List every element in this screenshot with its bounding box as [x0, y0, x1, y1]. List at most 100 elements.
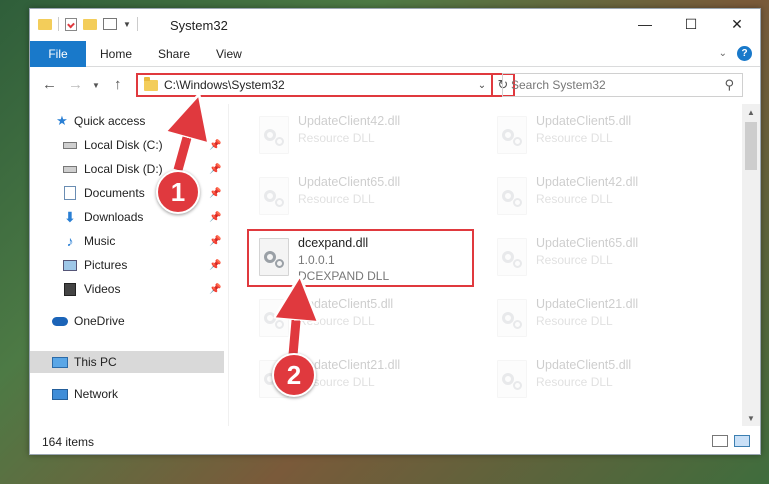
- step-1-badge: 1: [156, 170, 200, 214]
- toolbar-divider: [58, 17, 59, 31]
- address-bar[interactable]: C:\Windows\System32 ⌄: [136, 73, 493, 97]
- sidebar-item-network[interactable]: Network: [30, 383, 224, 405]
- search-icon[interactable]: ⚲: [724, 77, 734, 93]
- chevron-down-icon[interactable]: ⌄: [473, 80, 491, 91]
- folder-icon: [144, 76, 158, 91]
- details-view-icon[interactable]: [712, 435, 728, 447]
- dll-file-icon: [259, 238, 289, 276]
- pin-icon[interactable]: 📌: [209, 188, 221, 199]
- tab-home[interactable]: Home: [100, 47, 132, 61]
- recent-chevron-icon[interactable]: ▼: [92, 81, 100, 90]
- chevron-down-icon[interactable]: ▼: [123, 20, 131, 29]
- navigation-bar: ← → ▼ ↑ C:\Windows\System32 ⌄ ↻ Search S…: [30, 68, 760, 104]
- file-item[interactable]: UpdateClient5.dll Resource DLL: [489, 110, 719, 168]
- sidebar-item-downloads[interactable]: ⬇ Downloads 📌: [30, 206, 224, 228]
- sidebar-item-label: Pictures: [84, 258, 128, 272]
- pin-icon[interactable]: 📌: [209, 140, 221, 151]
- sidebar-item-local-disk-d[interactable]: Local Disk (D:) 📌: [30, 158, 224, 180]
- star-icon: ★: [56, 113, 68, 128]
- view-switcher: [712, 435, 750, 447]
- properties-icon[interactable]: [65, 17, 77, 31]
- file-type: DCEXPAND DLL: [298, 269, 390, 283]
- minimize-button[interactable]: —: [622, 9, 668, 39]
- network-icon: [52, 387, 68, 401]
- sidebar-item-label: Quick access: [74, 114, 146, 128]
- sidebar-item-label: Local Disk (D:): [84, 162, 163, 176]
- file-item-dcexpand[interactable]: dcexpand.dll 1.0.0.1 DCEXPAND DLL: [251, 232, 481, 290]
- quick-access-toolbar: ▼: [38, 17, 138, 31]
- customize-toolbar-icon[interactable]: [103, 18, 117, 30]
- sidebar-item-label: Downloads: [84, 210, 144, 224]
- navigation-pane: ★ Quick access Local Disk (C:) 📌 Local D…: [30, 104, 228, 426]
- sidebar-item-videos[interactable]: Videos 📌: [30, 278, 224, 300]
- pin-icon[interactable]: 📌: [209, 236, 221, 247]
- folder-icon[interactable]: [38, 18, 52, 30]
- tab-share[interactable]: Share: [158, 47, 190, 61]
- file-item[interactable]: UpdateClient65.dll Resource DLL: [489, 232, 719, 290]
- file-item[interactable]: UpdateClient5.dll Resource DLL: [251, 293, 481, 351]
- ribbon-tabs: File Home Share View ⌄ ?: [30, 41, 760, 67]
- file-type: Resource DLL: [298, 314, 375, 328]
- documents-icon: [62, 186, 78, 200]
- cloud-icon: [52, 314, 68, 328]
- file-type: Resource DLL: [536, 375, 613, 389]
- file-item[interactable]: UpdateClient65.dll Resource DLL: [251, 171, 481, 229]
- sidebar-item-music[interactable]: ♪ Music 📌: [30, 230, 224, 252]
- pin-icon[interactable]: 📌: [209, 212, 221, 223]
- scroll-up-icon[interactable]: ▲: [742, 104, 760, 120]
- new-folder-icon[interactable]: [83, 18, 97, 30]
- scroll-down-icon[interactable]: ▼: [742, 410, 760, 426]
- vertical-scrollbar[interactable]: ▲ ▼: [742, 104, 760, 426]
- maximize-button[interactable]: ☐: [668, 9, 714, 39]
- pin-icon[interactable]: 📌: [209, 284, 221, 295]
- search-input[interactable]: Search System32 ⚲: [502, 73, 743, 97]
- file-name: UpdateClient5.dll: [536, 358, 632, 372]
- sidebar-item-onedrive[interactable]: OneDrive: [30, 310, 224, 332]
- dll-file-icon: [259, 177, 289, 215]
- pin-icon[interactable]: 📌: [209, 260, 221, 271]
- file-item[interactable]: UpdateClient21.dll Resource DLL: [489, 293, 719, 351]
- file-item[interactable]: UpdateClient42.dll Resource DLL: [489, 171, 719, 229]
- large-icons-view-icon[interactable]: [734, 435, 750, 447]
- sidebar-item-this-pc[interactable]: This PC: [30, 351, 224, 373]
- sidebar-item-label: Local Disk (C:): [84, 138, 163, 152]
- file-item[interactable]: UpdateClient42.dll Resource DLL: [251, 110, 481, 168]
- toolbar-divider: [136, 17, 138, 31]
- window-controls: — ☐ ✕: [622, 9, 760, 39]
- pin-icon[interactable]: 📌: [209, 164, 221, 175]
- help-icon[interactable]: ?: [737, 46, 752, 61]
- sidebar-item-label: Documents: [84, 186, 145, 200]
- file-type: Resource DLL: [298, 192, 375, 206]
- tab-file[interactable]: File: [30, 41, 86, 67]
- drive-icon: [62, 138, 78, 152]
- file-name: UpdateClient5.dll: [536, 114, 632, 128]
- tab-view[interactable]: View: [216, 47, 242, 61]
- expand-ribbon-icon[interactable]: ⌄: [719, 48, 727, 59]
- file-name: UpdateClient65.dll: [536, 236, 639, 250]
- sidebar-item-pictures[interactable]: Pictures 📌: [30, 254, 224, 276]
- dll-file-icon: [497, 238, 527, 276]
- sidebar-item-quick-access[interactable]: ★ Quick access: [30, 110, 224, 132]
- status-bar: 164 items: [30, 426, 760, 454]
- file-name: dcexpand.dll: [298, 236, 369, 250]
- back-arrow-icon[interactable]: ←: [42, 76, 57, 93]
- drive-icon: [62, 162, 78, 176]
- step-2-badge: 2: [272, 353, 316, 397]
- address-path[interactable]: C:\Windows\System32: [164, 78, 473, 92]
- up-arrow-icon[interactable]: ↑: [114, 76, 122, 93]
- scroll-thumb[interactable]: [745, 122, 757, 170]
- title-bar: ▼ System32 — ☐ ✕: [30, 9, 760, 41]
- file-type: Resource DLL: [536, 314, 613, 328]
- close-button[interactable]: ✕: [714, 9, 760, 39]
- search-placeholder: Search System32: [511, 78, 606, 92]
- dll-file-icon: [259, 299, 289, 337]
- dll-file-icon: [497, 177, 527, 215]
- sidebar-item-label: Music: [84, 234, 116, 248]
- dll-file-icon: [497, 360, 527, 398]
- download-icon: ⬇: [64, 208, 76, 225]
- pictures-icon: [62, 258, 78, 272]
- forward-arrow-icon[interactable]: →: [68, 76, 83, 93]
- sidebar-item-local-disk-c[interactable]: Local Disk (C:) 📌: [30, 134, 224, 156]
- file-type: Resource DLL: [536, 131, 613, 145]
- file-item[interactable]: UpdateClient5.dll Resource DLL: [489, 354, 719, 412]
